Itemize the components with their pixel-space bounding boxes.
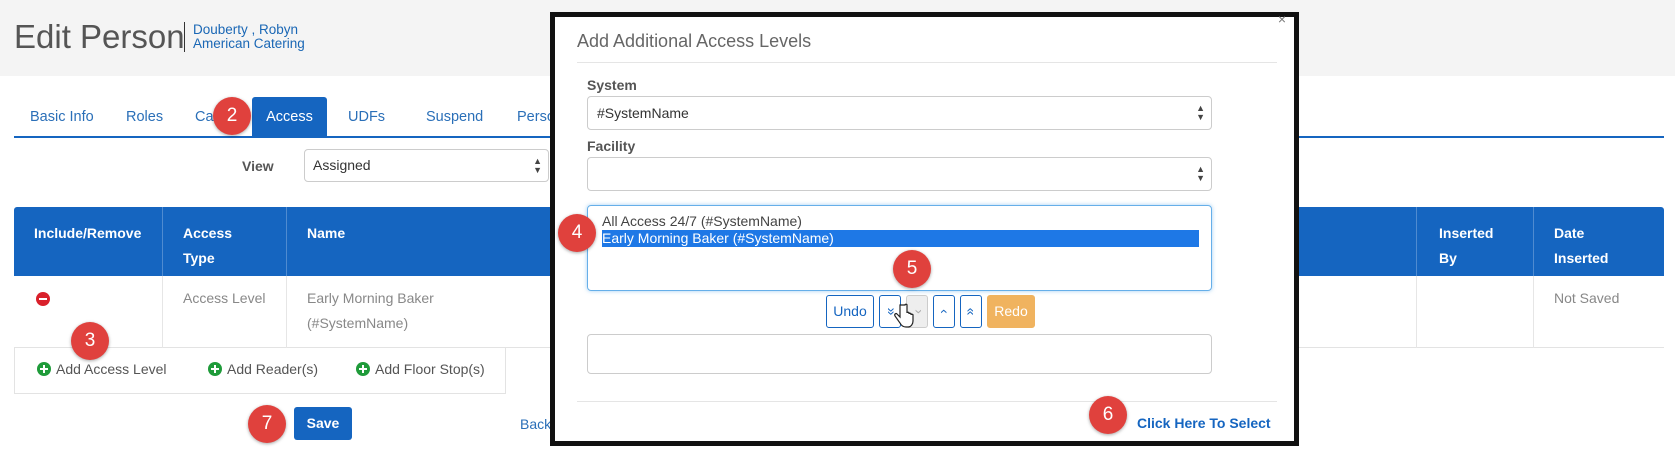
header-divider <box>286 207 287 276</box>
move-up-button[interactable]: ‹ <box>933 295 955 328</box>
dialog-title: Add Additional Access Levels <box>577 31 812 51</box>
cell-access-type: Access Level <box>183 290 266 306</box>
hand-cursor-icon <box>894 303 914 328</box>
tab-udfs[interactable]: UDFs <box>332 97 401 138</box>
step-marker-7: 7 <box>248 405 286 443</box>
header-access-type: Access Type <box>183 221 232 271</box>
row-divider <box>162 276 163 348</box>
header-divider <box>1533 207 1534 276</box>
select-arrows-icon: ▲ ▼ <box>1196 103 1205 122</box>
step-marker-4: 4 <box>558 214 596 252</box>
remove-icon[interactable] <box>36 292 50 306</box>
tab-suspend[interactable]: Suspend <box>410 97 499 138</box>
system-select-value: #SystemName <box>597 105 689 121</box>
step-marker-6: 6 <box>1089 396 1127 434</box>
step-marker-2: 2 <box>213 97 251 135</box>
add-floor-stops-label: Add Floor Stop(s) <box>375 361 485 377</box>
list-option-all-access[interactable]: All Access 24/7 (#SystemName) <box>602 213 1199 230</box>
tab-access[interactable]: Access <box>252 97 327 138</box>
system-select[interactable]: #SystemName ▲ ▼ <box>587 96 1212 130</box>
view-select-value: Assigned <box>313 157 371 173</box>
header-include-remove: Include/Remove <box>34 225 142 241</box>
dialog-divider <box>577 62 1277 63</box>
redo-button[interactable]: Redo <box>987 295 1035 328</box>
selection-textarea[interactable] <box>587 334 1212 374</box>
header-inserted-by-line1: Inserted <box>1439 225 1494 241</box>
header-divider <box>162 207 163 276</box>
system-label: System <box>587 77 637 93</box>
person-org-link[interactable]: American Catering <box>193 36 305 51</box>
header-inserted-by: Inserted By <box>1439 221 1493 271</box>
add-floor-stops-button[interactable]: Add Floor Stop(s) <box>356 361 485 377</box>
select-arrows-icon: ▲ ▼ <box>533 155 542 175</box>
header-access-type-line1: Access <box>183 225 233 241</box>
add-access-levels-dialog: Add Additional Access Levels × System #S… <box>550 11 1299 446</box>
header-divider <box>1416 207 1417 276</box>
close-icon[interactable]: × <box>1278 11 1286 27</box>
page-title: Edit Person <box>14 18 185 55</box>
row-divider <box>1533 276 1534 348</box>
row-divider <box>286 276 287 348</box>
view-select[interactable]: Assigned ▲ ▼ <box>304 149 549 182</box>
title-separator <box>184 22 185 52</box>
header-date-inserted: Date Inserted <box>1554 221 1608 271</box>
step-marker-5: 5 <box>893 250 931 288</box>
cell-name: Early Morning Baker (#SystemName) <box>307 286 434 336</box>
plus-circle-icon <box>37 362 51 376</box>
add-access-level-label: Add Access Level <box>56 361 167 377</box>
double-chevron-up-icon: « <box>963 307 980 316</box>
back-link[interactable]: Back <box>520 416 551 432</box>
undo-button[interactable]: Undo <box>826 295 874 328</box>
cell-name-line1: Early Morning Baker <box>307 290 434 306</box>
click-here-to-select-link[interactable]: Click Here To Select <box>1137 415 1271 431</box>
step-marker-3: 3 <box>71 322 109 360</box>
header-date-inserted-line2: Inserted <box>1554 250 1609 266</box>
header-inserted-by-line2: By <box>1439 250 1457 266</box>
facility-select[interactable]: ▲ ▼ <box>587 157 1212 191</box>
facility-label: Facility <box>587 138 636 154</box>
header-access-type-line2: Type <box>183 250 215 266</box>
cell-name-line2: (#SystemName) <box>307 315 409 331</box>
add-readers-label: Add Reader(s) <box>227 361 319 377</box>
plus-circle-icon <box>356 362 370 376</box>
view-label: View <box>242 158 274 174</box>
row-divider <box>1416 276 1417 348</box>
dialog-divider <box>577 401 1277 402</box>
save-button[interactable]: Save <box>294 407 352 440</box>
header-date-inserted-line1: Date <box>1554 225 1585 241</box>
move-top-button[interactable]: « <box>960 295 982 328</box>
cell-date-inserted: Not Saved <box>1554 290 1620 306</box>
header-name: Name <box>307 225 346 241</box>
tab-basic-info[interactable]: Basic Info <box>14 97 110 138</box>
add-access-level-button[interactable]: Add Access Level <box>37 361 167 377</box>
tab-roles[interactable]: Roles <box>110 97 179 138</box>
list-option-early-morning-baker[interactable]: Early Morning Baker (#SystemName) <box>602 230 1199 247</box>
person-name-link[interactable]: Douberty , Robyn <box>193 22 298 37</box>
select-arrows-icon: ▲ ▼ <box>1196 164 1205 183</box>
plus-circle-icon <box>208 362 222 376</box>
add-readers-button[interactable]: Add Reader(s) <box>208 361 318 377</box>
